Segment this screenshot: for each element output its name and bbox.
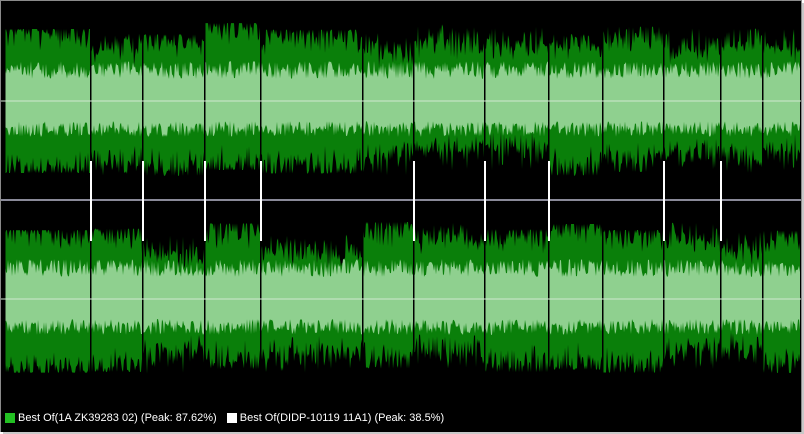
waveform-segment-inner (91, 61, 142, 137)
legend-item-track-1[interactable]: Best Of(1A ZK39283 02) (Peak: 87.62%) (5, 412, 217, 424)
legend-bar: Best Of(1A ZK39283 02) (Peak: 87.62%) Be… (1, 404, 801, 432)
waveform-canvas[interactable] (1, 1, 801, 401)
waveform-view[interactable] (1, 1, 801, 401)
legend-label-track-2: Best Of(DIDP-10119 11A1) (Peak: 38.5%) (239, 412, 445, 424)
white-square-icon (226, 413, 237, 423)
waveform-segment-inner (414, 61, 484, 137)
green-square-icon (5, 413, 15, 423)
legend-label-track-1: Best Of(1A ZK39283 02) (Peak: 87.62%) (18, 412, 217, 424)
waveform-segment-inner (664, 61, 720, 137)
waveform-segment-inner (549, 259, 602, 335)
waveform-window: Best Of(1A ZK39283 02) (Peak: 87.62%) Be… (0, 0, 802, 432)
waveform-segment-inner (721, 61, 762, 137)
channel-left (1, 23, 801, 179)
waveform-segment-inner (763, 260, 800, 334)
legend-item-track-2[interactable]: Best Of(DIDP-10119 11A1) (Peak: 38.5%) (226, 412, 445, 424)
channel-right (1, 221, 801, 377)
